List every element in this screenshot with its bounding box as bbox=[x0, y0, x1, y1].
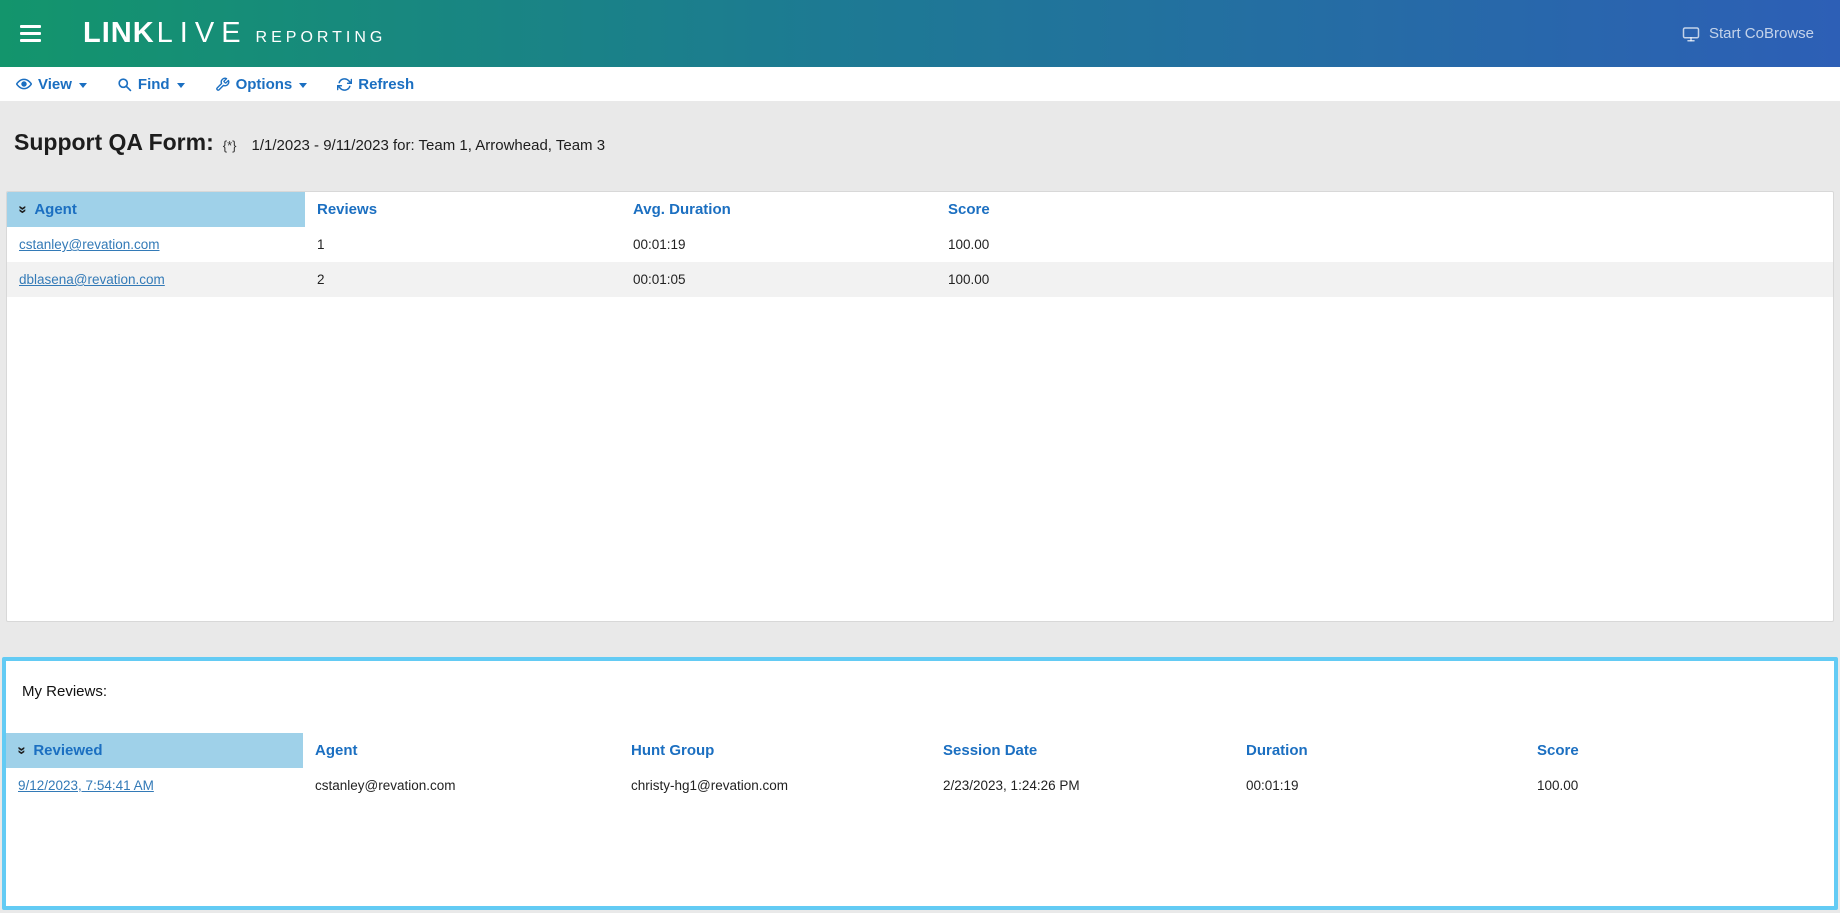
chevron-down-icon bbox=[299, 83, 307, 88]
logo-reporting-text: REPORTING bbox=[256, 29, 387, 47]
column-label: Score bbox=[1537, 742, 1579, 759]
column-header-agent[interactable]: Agent bbox=[303, 733, 619, 768]
column-header-agent[interactable]: »Agent bbox=[7, 192, 305, 227]
view-menu-button[interactable]: View bbox=[16, 76, 87, 93]
score-cell: 100.00 bbox=[1525, 768, 1834, 803]
agents-summary-panel: »Agent Reviews Avg. Duration Score cstan… bbox=[6, 191, 1834, 622]
reviews-table: »Reviewed Agent Hunt Group Session Date … bbox=[6, 733, 1834, 803]
find-menu-label: Find bbox=[138, 76, 170, 93]
avg-duration-cell: 00:01:05 bbox=[621, 262, 936, 297]
agent-link[interactable]: cstanley@revation.com bbox=[19, 237, 160, 252]
view-menu-label: View bbox=[38, 76, 72, 93]
page-title: Support QA Form: bbox=[14, 127, 214, 157]
eye-icon bbox=[16, 76, 32, 92]
my-reviews-title: My Reviews: bbox=[22, 683, 1834, 701]
column-label: Agent bbox=[34, 201, 77, 218]
report-subtitle: 1/1/2023 - 9/11/2023 for: Team 1, Arrowh… bbox=[251, 131, 605, 161]
start-cobrowse-button[interactable]: Start CoBrowse bbox=[1682, 25, 1814, 43]
agent-cell: dblasena@revation.com bbox=[7, 262, 305, 297]
refresh-label: Refresh bbox=[358, 76, 414, 93]
wrench-icon bbox=[215, 77, 230, 92]
agent-cell: cstanley@revation.com bbox=[7, 227, 305, 262]
column-label: Avg. Duration bbox=[633, 201, 731, 218]
logo-live-text: LIVE bbox=[157, 17, 248, 50]
agents-table: »Agent Reviews Avg. Duration Score cstan… bbox=[7, 192, 1833, 297]
review-row: 9/12/2023, 7:54:41 AM cstanley@revation.… bbox=[6, 768, 1834, 803]
refresh-icon bbox=[337, 77, 352, 92]
column-header-reviewed[interactable]: »Reviewed bbox=[6, 733, 303, 768]
column-header-reviews[interactable]: Reviews bbox=[305, 192, 621, 227]
column-header-hunt-group[interactable]: Hunt Group bbox=[619, 733, 931, 768]
reviews-cell: 1 bbox=[305, 227, 621, 262]
cobrowse-label: Start CoBrowse bbox=[1709, 25, 1814, 42]
duration-cell: 00:01:19 bbox=[1234, 768, 1525, 803]
logo-link-text: LINK bbox=[83, 17, 155, 50]
score-cell: 100.00 bbox=[936, 262, 1833, 297]
review-link[interactable]: 9/12/2023, 7:54:41 AM bbox=[18, 778, 154, 793]
search-icon bbox=[117, 77, 132, 92]
avg-duration-cell: 00:01:19 bbox=[621, 227, 936, 262]
column-label: Session Date bbox=[943, 742, 1037, 759]
app-logo: LINK LIVE REPORTING bbox=[83, 17, 386, 50]
chevron-down-icon bbox=[177, 83, 185, 88]
refresh-button[interactable]: Refresh bbox=[337, 76, 414, 93]
agents-table-header-row: »Agent Reviews Avg. Duration Score bbox=[7, 192, 1833, 227]
top-bar: LINK LIVE REPORTING Start CoBrowse bbox=[0, 0, 1840, 67]
cobrowse-monitor-icon bbox=[1682, 25, 1700, 43]
column-label: Duration bbox=[1246, 742, 1308, 759]
sort-descending-icon: » bbox=[14, 746, 31, 754]
column-label: Score bbox=[948, 201, 990, 218]
column-header-score[interactable]: Score bbox=[1525, 733, 1834, 768]
reviews-cell: 2 bbox=[305, 262, 621, 297]
session-date-cell: 2/23/2023, 1:24:26 PM bbox=[931, 768, 1234, 803]
column-header-avg-duration[interactable]: Avg. Duration bbox=[621, 192, 936, 227]
score-cell: 100.00 bbox=[936, 227, 1833, 262]
reviewed-cell: 9/12/2023, 7:54:41 AM bbox=[6, 768, 303, 803]
app-root: LINK LIVE REPORTING Start CoBrowse bbox=[0, 0, 1840, 910]
column-header-session-date[interactable]: Session Date bbox=[931, 733, 1234, 768]
agent-row: dblasena@revation.com 2 00:01:05 100.00 bbox=[7, 262, 1833, 297]
agent-row: cstanley@revation.com 1 00:01:19 100.00 bbox=[7, 227, 1833, 262]
report-toolbar: View Find Options bbox=[0, 67, 1840, 101]
agent-cell: cstanley@revation.com bbox=[303, 768, 619, 803]
reviews-table-header-row: »Reviewed Agent Hunt Group Session Date … bbox=[6, 733, 1834, 768]
options-menu-label: Options bbox=[236, 76, 293, 93]
column-label: Hunt Group bbox=[631, 742, 714, 759]
column-label: Reviewed bbox=[33, 742, 102, 759]
my-reviews-panel: My Reviews: »Reviewed Agent Hunt Group S… bbox=[2, 657, 1838, 910]
column-header-score[interactable]: Score bbox=[936, 192, 1833, 227]
title-badge: {*} bbox=[223, 131, 237, 161]
report-title-row: Support QA Form: {*} 1/1/2023 - 9/11/202… bbox=[0, 101, 1840, 191]
sort-descending-icon: » bbox=[15, 205, 32, 213]
column-label: Reviews bbox=[317, 201, 377, 218]
column-label: Agent bbox=[315, 742, 358, 759]
hamburger-menu-icon[interactable] bbox=[16, 15, 45, 52]
hunt-group-cell: christy-hg1@revation.com bbox=[619, 768, 931, 803]
agent-link[interactable]: dblasena@revation.com bbox=[19, 272, 165, 287]
find-menu-button[interactable]: Find bbox=[117, 76, 185, 93]
chevron-down-icon bbox=[79, 83, 87, 88]
options-menu-button[interactable]: Options bbox=[215, 76, 308, 93]
column-header-duration[interactable]: Duration bbox=[1234, 733, 1525, 768]
